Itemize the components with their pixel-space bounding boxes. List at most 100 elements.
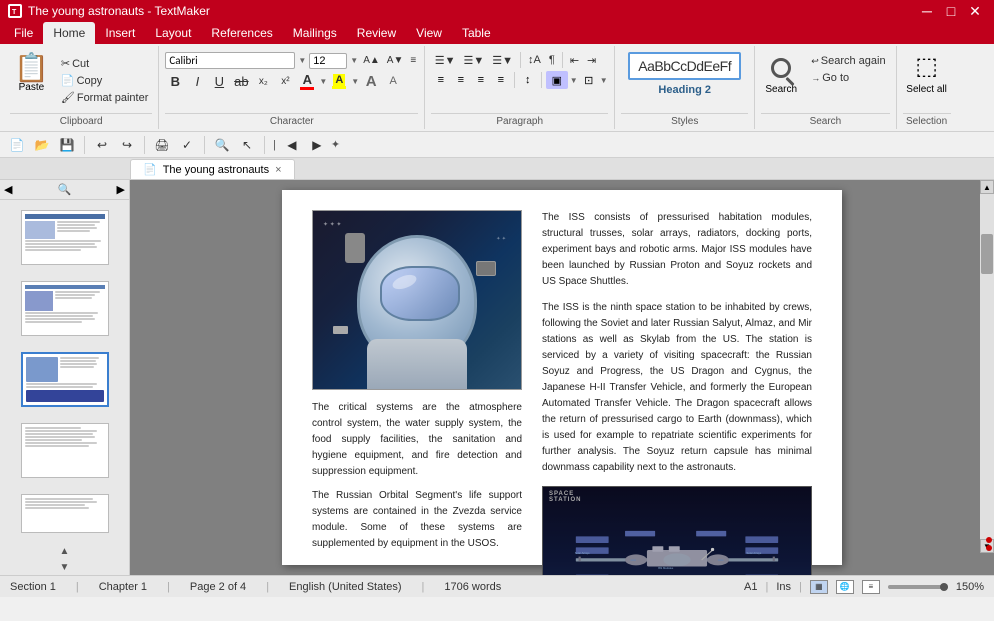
line-spacing-button[interactable]: ↕ — [519, 71, 537, 89]
search-large-button[interactable]: Search — [761, 50, 801, 97]
toolbar-cursor-btn[interactable]: ↖ — [236, 134, 258, 156]
tab-insert[interactable]: Insert — [95, 22, 145, 44]
toolbar-back-button[interactable]: ◀ — [281, 134, 303, 156]
minimize-button[interactable]: ─ — [916, 0, 938, 22]
tab-layout[interactable]: Layout — [145, 22, 201, 44]
format-painter-button[interactable]: 🖌Format painter — [57, 90, 153, 105]
underline-button[interactable]: U — [209, 71, 229, 91]
bullet-list-button[interactable]: ☰▼ — [432, 53, 459, 68]
page-thumbnail-1[interactable] — [21, 210, 109, 265]
tab-file[interactable]: File — [4, 22, 43, 44]
text-shrink-button[interactable]: A — [383, 71, 403, 91]
font-size-stepper[interactable]: ≡ — [408, 54, 418, 67]
cut-button[interactable]: ✂Cut — [57, 56, 153, 71]
toolbar-new-button[interactable]: 📄 — [6, 134, 28, 156]
font-size-input[interactable] — [309, 53, 347, 69]
font-dropdown-arrow[interactable]: ▼ — [298, 56, 306, 65]
toolbar-spellcheck-button[interactable]: ✓ — [176, 134, 198, 156]
go-to-button[interactable]: →Go to — [807, 71, 889, 85]
zoom-slider[interactable] — [888, 585, 948, 589]
panel-scroll-down[interactable]: ▼ — [0, 559, 129, 575]
window-controls[interactable]: ─ □ ✕ — [916, 0, 986, 22]
toolbar-open-button[interactable]: 📂 — [31, 134, 53, 156]
styles-preview-box[interactable]: AaBbCcDdEeFf — [628, 52, 741, 80]
tab-view[interactable]: View — [406, 22, 452, 44]
document-scroll[interactable]: ✦ ✦ ✦ ✦ ✦ The critical systems are the a… — [130, 180, 994, 575]
toolbar-label: | — [273, 139, 276, 151]
border-dropdown[interactable]: ▼ — [600, 76, 608, 85]
font-name-input[interactable] — [165, 52, 295, 69]
view-normal-button[interactable]: ▦ — [810, 580, 828, 594]
highlight-button[interactable]: A — [329, 71, 349, 91]
status-ins: Ins — [776, 581, 791, 593]
tab-references[interactable]: References — [201, 22, 282, 44]
selection-section: ⬚ Select all Selection — [897, 46, 957, 129]
align-center-button[interactable]: ≡ — [452, 71, 470, 89]
iss-svg: Solar Arrays Solar Arrays ISS Modules — [543, 487, 811, 575]
toolbar-print-button[interactable]: 🖨 — [151, 134, 173, 156]
superscript-button[interactable]: x² — [275, 71, 295, 91]
doc-tab-close-button[interactable]: × — [275, 164, 281, 176]
font-grow-button[interactable]: A▲ — [361, 54, 382, 67]
panel-nav-right[interactable]: ▶ — [117, 183, 125, 196]
strikethrough-button[interactable]: ab — [231, 71, 251, 91]
panel-nav-left[interactable]: ◀ — [4, 183, 12, 196]
helmet-equipment — [345, 233, 365, 263]
vertical-scrollbar[interactable]: ▲ ▼ — [980, 180, 994, 553]
zoom-thumb[interactable] — [940, 583, 948, 591]
font-color-dropdown[interactable]: ▼ — [319, 77, 327, 86]
scroll-track[interactable] — [980, 194, 994, 539]
status-language: English (United States) — [289, 581, 402, 593]
italic-button[interactable]: I — [187, 71, 207, 91]
text-grow-button[interactable]: A — [361, 71, 381, 91]
multilevel-list-button[interactable]: ☰▼ — [489, 53, 516, 68]
scroll-up-button[interactable]: ▲ — [980, 180, 994, 194]
decrease-indent-button[interactable]: ⇤ — [567, 53, 582, 68]
paragraph-section: ☰▼ ☰▼ ☰▼ ↕A ¶ ⇤ ⇥ ≡ ≡ ≡ ≡ ↕ ▣ ▼ ⊡ — [425, 46, 615, 129]
font-shrink-button[interactable]: A▼ — [385, 54, 406, 67]
bold-button[interactable]: B — [165, 71, 185, 91]
doc-tab-name: The young astronauts — [163, 164, 269, 176]
toolbar-redo-button[interactable]: ↪ — [116, 134, 138, 156]
tab-mailings[interactable]: Mailings — [283, 22, 347, 44]
doc-tab-astronauts[interactable]: 📄 The young astronauts × — [130, 159, 295, 179]
astronaut-image: ✦ ✦ ✦ ✦ ✦ — [312, 210, 522, 390]
shading-button[interactable]: ▣ — [546, 71, 568, 89]
toolbar-zoom-btn[interactable]: 🔍 — [211, 134, 233, 156]
page-thumbnail-5[interactable] — [21, 494, 109, 533]
select-all-button[interactable]: Select all — [906, 84, 947, 95]
increase-indent-button[interactable]: ⇥ — [584, 53, 599, 68]
page-thumbnail-4[interactable] — [21, 423, 109, 478]
show-marks-button[interactable]: ¶ — [546, 53, 558, 67]
numbered-list-button[interactable]: ☰▼ — [461, 53, 488, 68]
page-thumbnail-3[interactable] — [21, 352, 109, 407]
align-right-button[interactable]: ≡ — [472, 71, 490, 89]
view-web-button[interactable]: 🌐 — [836, 580, 854, 594]
sort-button[interactable]: ↕A — [525, 53, 544, 67]
copy-button[interactable]: 📄Copy — [57, 73, 153, 88]
tab-review[interactable]: Review — [347, 22, 406, 44]
panel-search-icon[interactable]: 🔍 — [58, 183, 72, 196]
paste-button[interactable]: 📋 Paste — [10, 52, 53, 95]
close-button[interactable]: ✕ — [964, 0, 986, 22]
size-dropdown-arrow[interactable]: ▼ — [350, 56, 358, 65]
view-outline-button[interactable]: ≡ — [862, 580, 880, 594]
shading-dropdown[interactable]: ▼ — [570, 76, 578, 85]
toolbar-save-button[interactable]: 💾 — [56, 134, 78, 156]
maximize-button[interactable]: □ — [940, 0, 962, 22]
subscript-button[interactable]: x₂ — [253, 71, 273, 91]
thumbnail-panel: ◀ 🔍 ▶ — [0, 180, 130, 575]
search-again-button[interactable]: ↩Search again — [807, 54, 889, 68]
page-thumbnail-2[interactable] — [21, 281, 109, 336]
border-button[interactable]: ⊡ — [580, 71, 598, 89]
tab-table[interactable]: Table — [452, 22, 501, 44]
highlight-dropdown[interactable]: ▼ — [351, 77, 359, 86]
align-justify-button[interactable]: ≡ — [492, 71, 510, 89]
font-color-button[interactable]: A — [297, 71, 317, 91]
toolbar-fwd-button[interactable]: ▶ — [306, 134, 328, 156]
align-left-button[interactable]: ≡ — [432, 71, 450, 89]
tab-home[interactable]: Home — [43, 22, 95, 44]
panel-scroll-up[interactable]: ▲ — [0, 543, 129, 559]
toolbar-undo-button[interactable]: ↩ — [91, 134, 113, 156]
scroll-thumb[interactable] — [981, 234, 993, 274]
